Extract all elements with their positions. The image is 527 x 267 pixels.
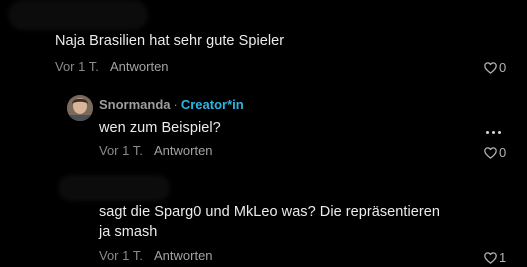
comment-2-time: Vor 1 T. — [99, 143, 143, 158]
comment-1-reply-button[interactable]: Antworten — [110, 59, 169, 75]
comment-3-like-button[interactable]: 1 — [484, 250, 506, 266]
comment-1-time: Vor 1 T. — [55, 59, 99, 74]
more-horizontal-icon-dot — [498, 131, 501, 134]
comment-2-reply-button[interactable]: Antworten — [154, 143, 213, 159]
avatar-image — [67, 95, 93, 121]
comment-3-text-line-2: ja smash — [99, 224, 158, 240]
comment-1-text: Naja Brasilien hat sehr gute Spieler — [55, 33, 285, 49]
comment-2-author[interactable]: Snormanda — [99, 97, 171, 112]
comment-2-text: wen zum Beispiel? — [99, 120, 221, 136]
redacted-author-3 — [58, 175, 170, 201]
heart-outline-icon — [484, 62, 497, 74]
more-options-button[interactable] — [486, 131, 501, 134]
comment-2-like-count: 0 — [499, 145, 507, 160]
more-horizontal-icon-dot — [486, 131, 489, 134]
comment-3-reply-button[interactable]: Antworten — [154, 248, 213, 264]
creator-badge: Creator*in — [180, 97, 244, 112]
heart-outline-icon — [484, 252, 497, 264]
comment-3-text-line-1: sagt die Sparg0 und MkLeo was? Die reprä… — [99, 204, 440, 220]
comment-2-author-line: Snormanda · Creator*in — [99, 97, 244, 113]
comment-3-like-count: 1 — [499, 250, 507, 265]
comment-3-time: Vor 1 T. — [99, 248, 143, 263]
redacted-author-1 — [8, 0, 148, 30]
more-horizontal-icon-dot — [492, 131, 495, 134]
comment-2-like-button[interactable]: 0 — [484, 145, 506, 161]
comment-thread: Naja Brasilien hat sehr gute Spieler Vor… — [0, 0, 527, 267]
comment-1-like-count: 0 — [499, 60, 507, 75]
avatar[interactable] — [67, 95, 93, 121]
author-separator: · — [173, 97, 178, 112]
heart-outline-icon — [484, 147, 497, 159]
comment-1-like-button[interactable]: 0 — [484, 60, 506, 76]
